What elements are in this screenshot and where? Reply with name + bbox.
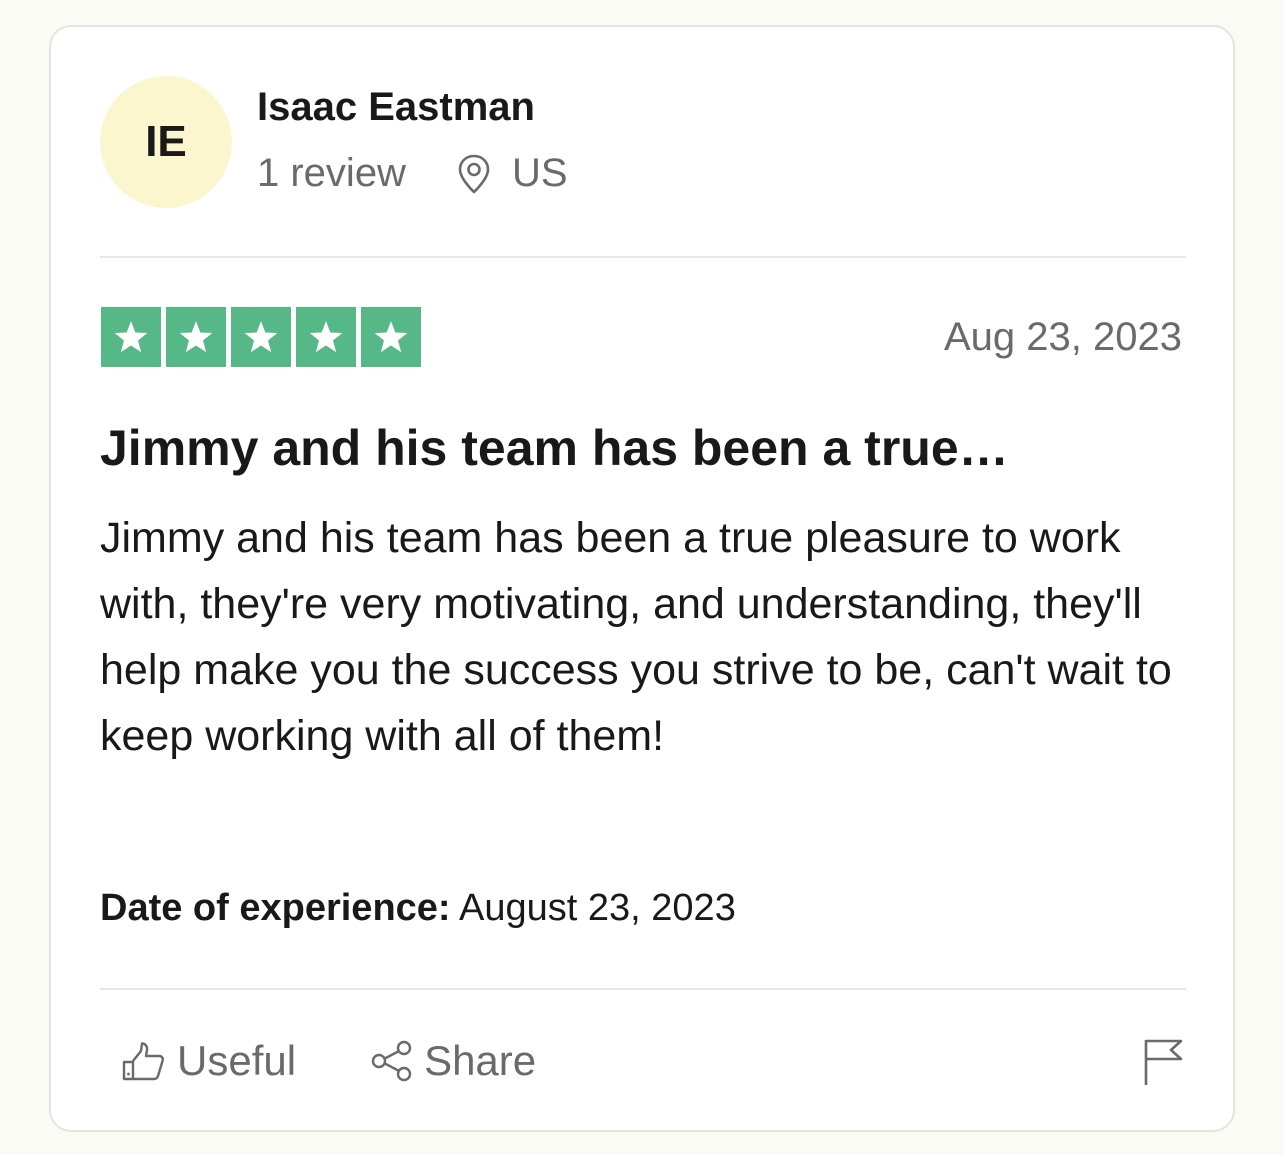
- star-icon: [296, 307, 356, 367]
- review-count: 1 review: [257, 151, 406, 195]
- reviewer-location: US: [456, 151, 568, 196]
- avatar[interactable]: IE: [100, 76, 232, 208]
- share-icon: [371, 1040, 412, 1082]
- location-pin-icon: [458, 154, 490, 193]
- experience-label: Date of experience:: [100, 887, 451, 929]
- footer-divider: [100, 988, 1186, 990]
- header-divider: [100, 256, 1186, 258]
- experience-date: August 23, 2023: [459, 887, 736, 929]
- flag-icon: [1144, 1039, 1183, 1085]
- review-card: IE Isaac Eastman 1 review US Aug 23, 202…: [49, 25, 1235, 1132]
- reviewer-name[interactable]: Isaac Eastman: [257, 85, 535, 130]
- useful-button[interactable]: Useful: [121, 1037, 296, 1085]
- share-label: Share: [424, 1037, 537, 1084]
- review-title[interactable]: Jimmy and his team has been a true…: [100, 419, 1009, 477]
- star-rating: [101, 307, 426, 367]
- star-icon: [231, 307, 291, 367]
- report-button[interactable]: [1141, 1037, 1185, 1092]
- star-icon: [166, 307, 226, 367]
- review-actions: Useful Share: [121, 1037, 536, 1085]
- review-date: Aug 23, 2023: [944, 315, 1182, 359]
- useful-label: Useful: [177, 1037, 297, 1084]
- country-code: US: [511, 151, 568, 195]
- share-button[interactable]: Share: [370, 1037, 536, 1085]
- date-of-experience: Date of experience: August 23, 2023: [100, 887, 736, 930]
- avatar-initials: IE: [145, 117, 187, 166]
- reviewer-meta: 1 review US: [257, 151, 568, 196]
- star-icon: [361, 307, 421, 367]
- thumbs-up-icon: [122, 1042, 164, 1081]
- star-icon: [101, 307, 161, 367]
- review-body: Jimmy and his team has been a true pleas…: [100, 514, 1172, 760]
